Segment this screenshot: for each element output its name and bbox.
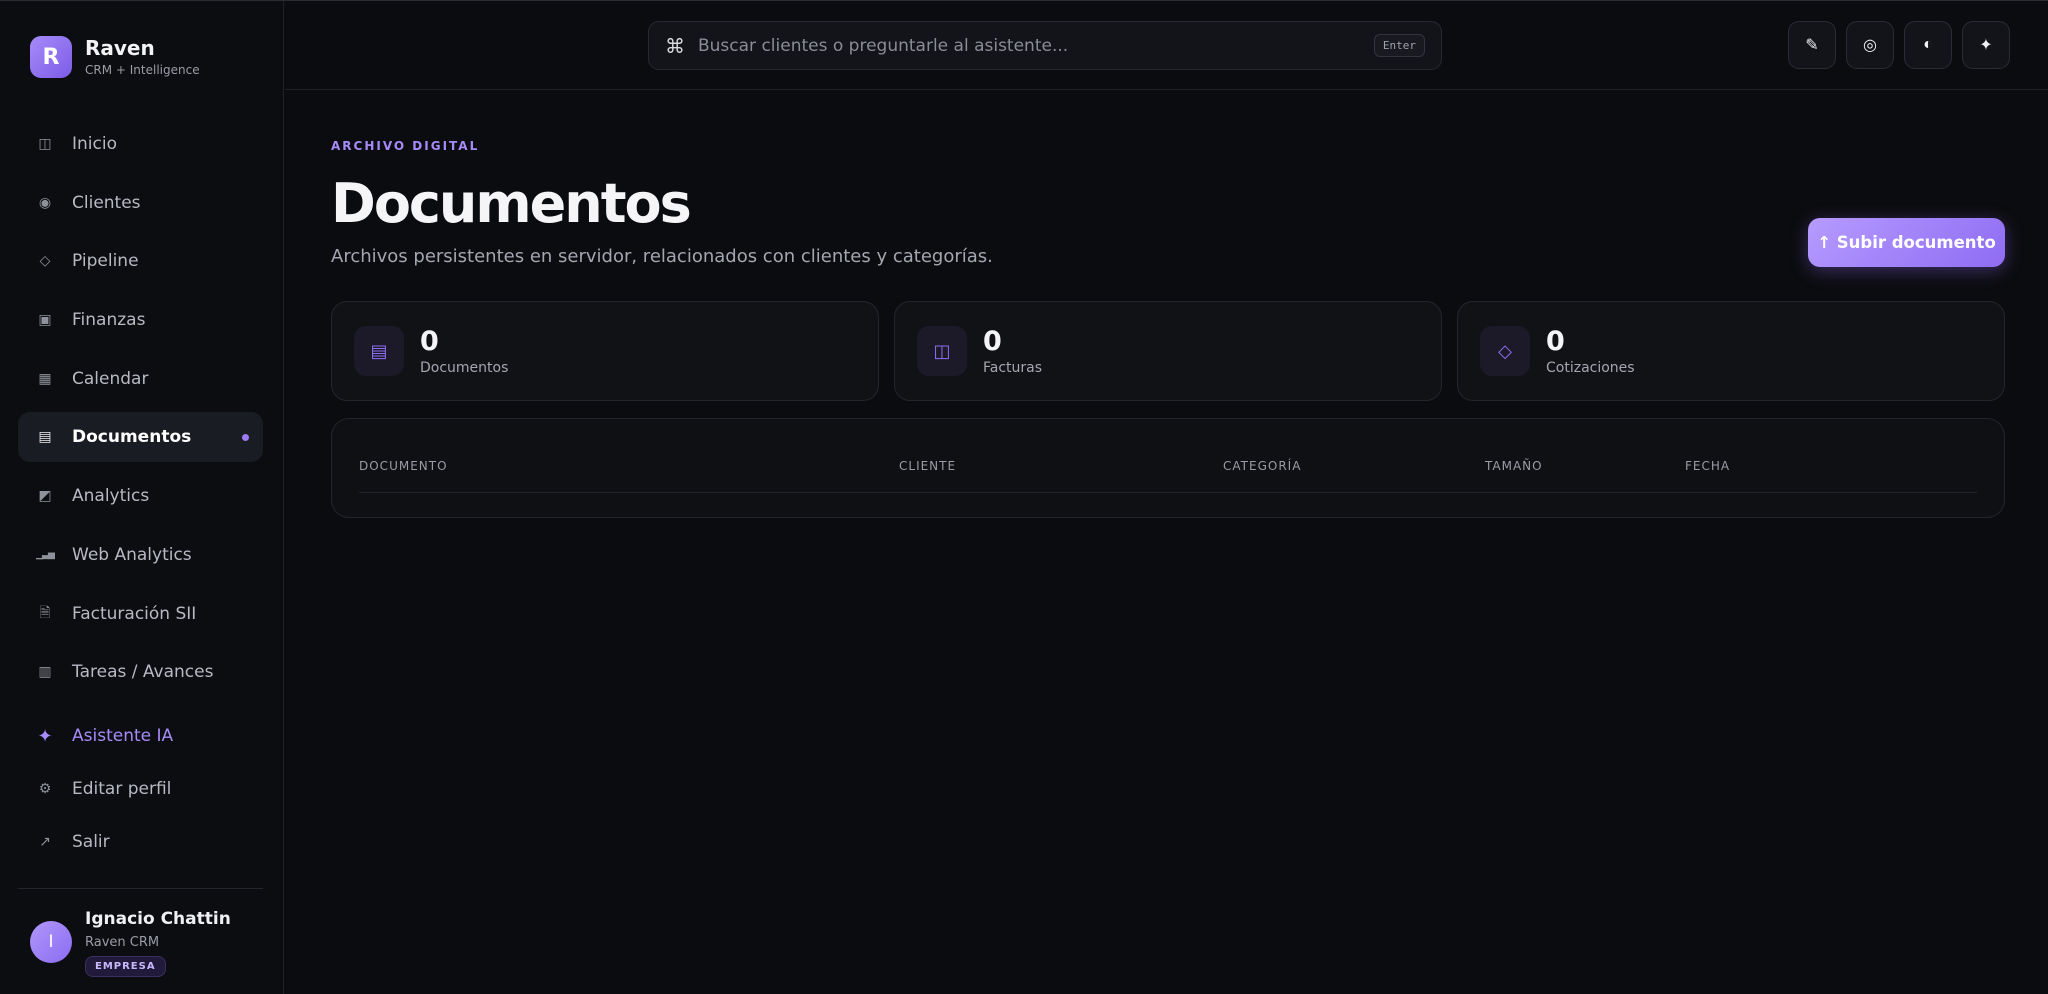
sidebar-item-clientes[interactable]: ◉ Clientes bbox=[18, 178, 263, 228]
sidebar-item-label: Asistente IA bbox=[72, 726, 174, 746]
sidebar: R Raven CRM + Intelligence ◫ Inicio ◉ Cli… bbox=[0, 1, 284, 994]
documents-table: DOCUMENTO CLIENTE CATEGORÍA TAMAÑO FECHA bbox=[331, 418, 2005, 518]
stat-label: Facturas bbox=[983, 359, 1043, 376]
sparkle-button[interactable]: ✦ bbox=[1962, 21, 2010, 69]
sidebar-item-editar-perfil[interactable]: ⚙ Editar perfil bbox=[18, 764, 263, 814]
user-card[interactable]: I Ignacio Chattin Raven CRM EMPRESA bbox=[30, 909, 231, 977]
sidebar-item-label: Tareas / Avances bbox=[72, 662, 214, 683]
enter-key-hint: Enter bbox=[1373, 34, 1425, 57]
sidebar-item-finanzas[interactable]: ▣ Finanzas bbox=[18, 295, 263, 345]
page-title: Documentos bbox=[331, 172, 692, 235]
stat-card-documentos: ▤ 0 Documentos bbox=[331, 301, 879, 401]
sidebar-item-web-analytics[interactable]: ▁▃▅ Web Analytics bbox=[18, 530, 263, 580]
list-icon: ▤ bbox=[38, 429, 52, 446]
stat-label: Documentos bbox=[420, 359, 509, 376]
grid-icon: ▦ bbox=[38, 370, 52, 387]
bar-chart-icon: ▁▃▅ bbox=[36, 549, 55, 560]
sidebar-item-label: Web Analytics bbox=[72, 544, 192, 565]
brand-name: Raven bbox=[85, 36, 155, 60]
columns-icon: ◫ bbox=[917, 326, 967, 376]
command-icon: ⌘ bbox=[665, 33, 685, 58]
stats-row: ▤ 0 Documentos ◫ 0 Facturas ◇ 0 Cotizaci… bbox=[331, 301, 2005, 401]
half-square-icon: ◩ bbox=[38, 488, 52, 505]
target-icon: ◉ bbox=[38, 194, 52, 211]
target-button[interactable]: ◎ bbox=[1846, 21, 1894, 69]
sidebar-item-calendar[interactable]: ▦ Calendar bbox=[18, 354, 263, 404]
sidebar-item-asistente-ia[interactable]: ✦ Asistente IA bbox=[18, 711, 263, 761]
page-description: Archivos persistentes en servidor, relac… bbox=[331, 246, 993, 267]
contrast-icon: ◐ bbox=[1923, 36, 1933, 53]
table-icon: ▥ bbox=[38, 664, 52, 681]
sidebar-item-label: Salir bbox=[72, 832, 110, 852]
column-header-cliente[interactable]: CLIENTE bbox=[899, 459, 956, 473]
sidebar-item-label: Inicio bbox=[72, 134, 117, 154]
search-bar[interactable]: ⌘ Enter bbox=[648, 21, 1442, 70]
brand-logo: R bbox=[30, 36, 72, 78]
square-dot-icon: ▣ bbox=[38, 312, 52, 329]
column-header-fecha[interactable]: FECHA bbox=[1685, 459, 1730, 473]
avatar: I bbox=[30, 921, 72, 963]
sidebar-item-tareas-avances[interactable]: ▥ Tareas / Avances bbox=[18, 647, 263, 697]
user-name: Ignacio Chattin bbox=[85, 909, 231, 929]
top-bar: ⌘ Enter ✎ ◎ ◐ ✦ bbox=[285, 1, 2048, 90]
top-actions: ✎ ◎ ◐ ✦ bbox=[1788, 21, 2010, 69]
sidebar-item-inicio[interactable]: ◫ Inicio bbox=[18, 119, 263, 169]
list-icon: ▤ bbox=[354, 326, 404, 376]
plan-badge: EMPRESA bbox=[85, 956, 166, 977]
contrast-button[interactable]: ◐ bbox=[1904, 21, 1952, 69]
sidebar-item-label: Editar perfil bbox=[72, 779, 172, 799]
upload-document-button[interactable]: ↑ Subir documento bbox=[1808, 218, 2005, 267]
sidebar-item-label: Clientes bbox=[72, 192, 141, 213]
sidebar-item-label: Facturación SII bbox=[72, 603, 197, 624]
sidebar-item-facturacion-sii[interactable]: 🗎 Facturación SII bbox=[18, 589, 263, 639]
secondary-nav: ✦ Asistente IA ⚙ Editar perfil ↗ Salir bbox=[18, 711, 263, 870]
sidebar-item-label: Pipeline bbox=[72, 251, 139, 272]
brand[interactable]: R Raven CRM + Intelligence bbox=[30, 36, 200, 78]
column-header-categoria[interactable]: CATEGORÍA bbox=[1223, 459, 1301, 473]
arrow-out-icon: ↗ bbox=[39, 834, 51, 850]
sidebar-item-label: Documentos bbox=[72, 427, 192, 448]
gear-icon: ⚙ bbox=[38, 781, 52, 797]
brand-subtitle: CRM + Intelligence bbox=[85, 63, 200, 77]
column-header-documento[interactable]: DOCUMENTO bbox=[359, 459, 448, 473]
divider bbox=[18, 888, 263, 889]
user-org: Raven CRM bbox=[85, 935, 160, 950]
edit-icon: ✎ bbox=[1805, 37, 1819, 54]
sidebar-item-analytics[interactable]: ◩ Analytics bbox=[18, 471, 263, 521]
sidebar-item-pipeline[interactable]: ◇ Pipeline bbox=[18, 236, 263, 286]
column-header-tamano[interactable]: TAMAÑO bbox=[1485, 459, 1543, 473]
stat-label: Cotizaciones bbox=[1546, 359, 1635, 376]
sidebar-item-documentos[interactable]: ▤ Documentos bbox=[18, 412, 263, 463]
edit-button[interactable]: ✎ bbox=[1788, 21, 1836, 69]
sidebar-item-label: Calendar bbox=[72, 368, 149, 389]
stat-value: 0 bbox=[1546, 325, 1565, 357]
stat-card-cotizaciones: ◇ 0 Cotizaciones bbox=[1457, 301, 2005, 401]
file-icon: 🗎 bbox=[39, 604, 51, 621]
main-nav: ◫ Inicio ◉ Clientes ◇ Pipeline ▣ Finanzas ▦ … bbox=[18, 119, 263, 706]
sparkle-icon: ✦ bbox=[1979, 37, 1993, 54]
sidebar-item-label: Analytics bbox=[72, 486, 150, 507]
search-input[interactable] bbox=[698, 35, 1374, 56]
table-header: DOCUMENTO CLIENTE CATEGORÍA TAMAÑO FECHA bbox=[359, 449, 1977, 493]
page-eyebrow: ARCHIVO DIGITAL bbox=[331, 139, 480, 153]
sidebar-item-salir[interactable]: ↗ Salir bbox=[18, 817, 263, 867]
diamond-icon: ◇ bbox=[1480, 326, 1530, 376]
diamond-icon: ◇ bbox=[39, 253, 51, 270]
sidebar-item-label: Finanzas bbox=[72, 310, 146, 331]
stat-card-facturas: ◫ 0 Facturas bbox=[894, 301, 1442, 401]
stat-value: 0 bbox=[983, 325, 1002, 357]
sparkle-icon: ✦ bbox=[37, 725, 53, 747]
stat-value: 0 bbox=[420, 325, 439, 357]
active-indicator bbox=[242, 433, 249, 441]
target-icon: ◎ bbox=[1863, 37, 1877, 54]
layout-icon: ◫ bbox=[38, 136, 52, 152]
